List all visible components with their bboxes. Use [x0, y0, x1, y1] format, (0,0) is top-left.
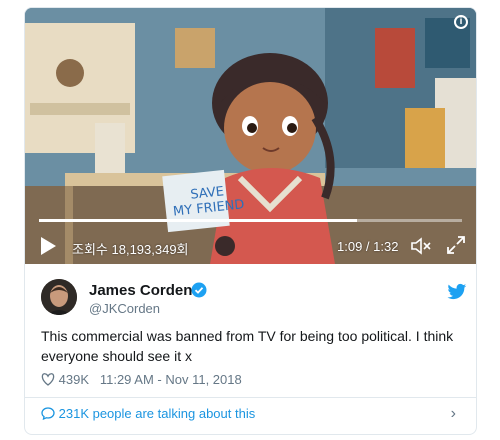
play-icon[interactable] — [39, 236, 57, 256]
fullscreen-icon[interactable] — [446, 235, 466, 255]
divider — [25, 397, 476, 398]
author-handle[interactable]: @JKCorden — [89, 301, 160, 316]
embedded-tweet-card: SAVE MY FRIEND i 조회수 18,193,349회 1:09 / … — [24, 7, 477, 435]
verified-icon — [191, 282, 207, 298]
mute-icon[interactable] — [410, 236, 432, 256]
avatar[interactable] — [41, 279, 77, 315]
chevron-right-icon[interactable]: › — [451, 405, 456, 423]
tweet-author[interactable]: James Corden @JKCorden — [41, 279, 471, 319]
speech-bubble-icon — [41, 407, 55, 420]
video-time: 1:09 / 1:32 — [337, 239, 399, 254]
video-frame-illustration — [25, 8, 476, 264]
conversation-link[interactable]: 231K people are talking about this — [41, 406, 255, 421]
view-count: 조회수 18,193,349회 — [72, 242, 189, 257]
like-count[interactable]: 439K — [59, 372, 89, 387]
video-player[interactable]: SAVE MY FRIEND i 조회수 18,193,349회 1:09 / … — [25, 8, 476, 264]
progress-fill — [39, 219, 358, 222]
tweet-meta: 439K 11:29 AM - Nov 11, 2018 — [41, 372, 242, 387]
twitter-icon[interactable] — [447, 283, 467, 301]
tweet-timestamp[interactable]: 11:29 AM - Nov 11, 2018 — [100, 372, 242, 387]
progress-bar[interactable] — [39, 219, 462, 222]
author-name[interactable]: James Corden — [89, 282, 192, 299]
conversation-link-label: 231K people are talking about this — [58, 406, 256, 421]
heart-icon[interactable] — [41, 373, 55, 386]
tweet-text: This commercial was banned from TV for b… — [41, 328, 454, 364]
info-icon[interactable]: i — [454, 15, 468, 29]
